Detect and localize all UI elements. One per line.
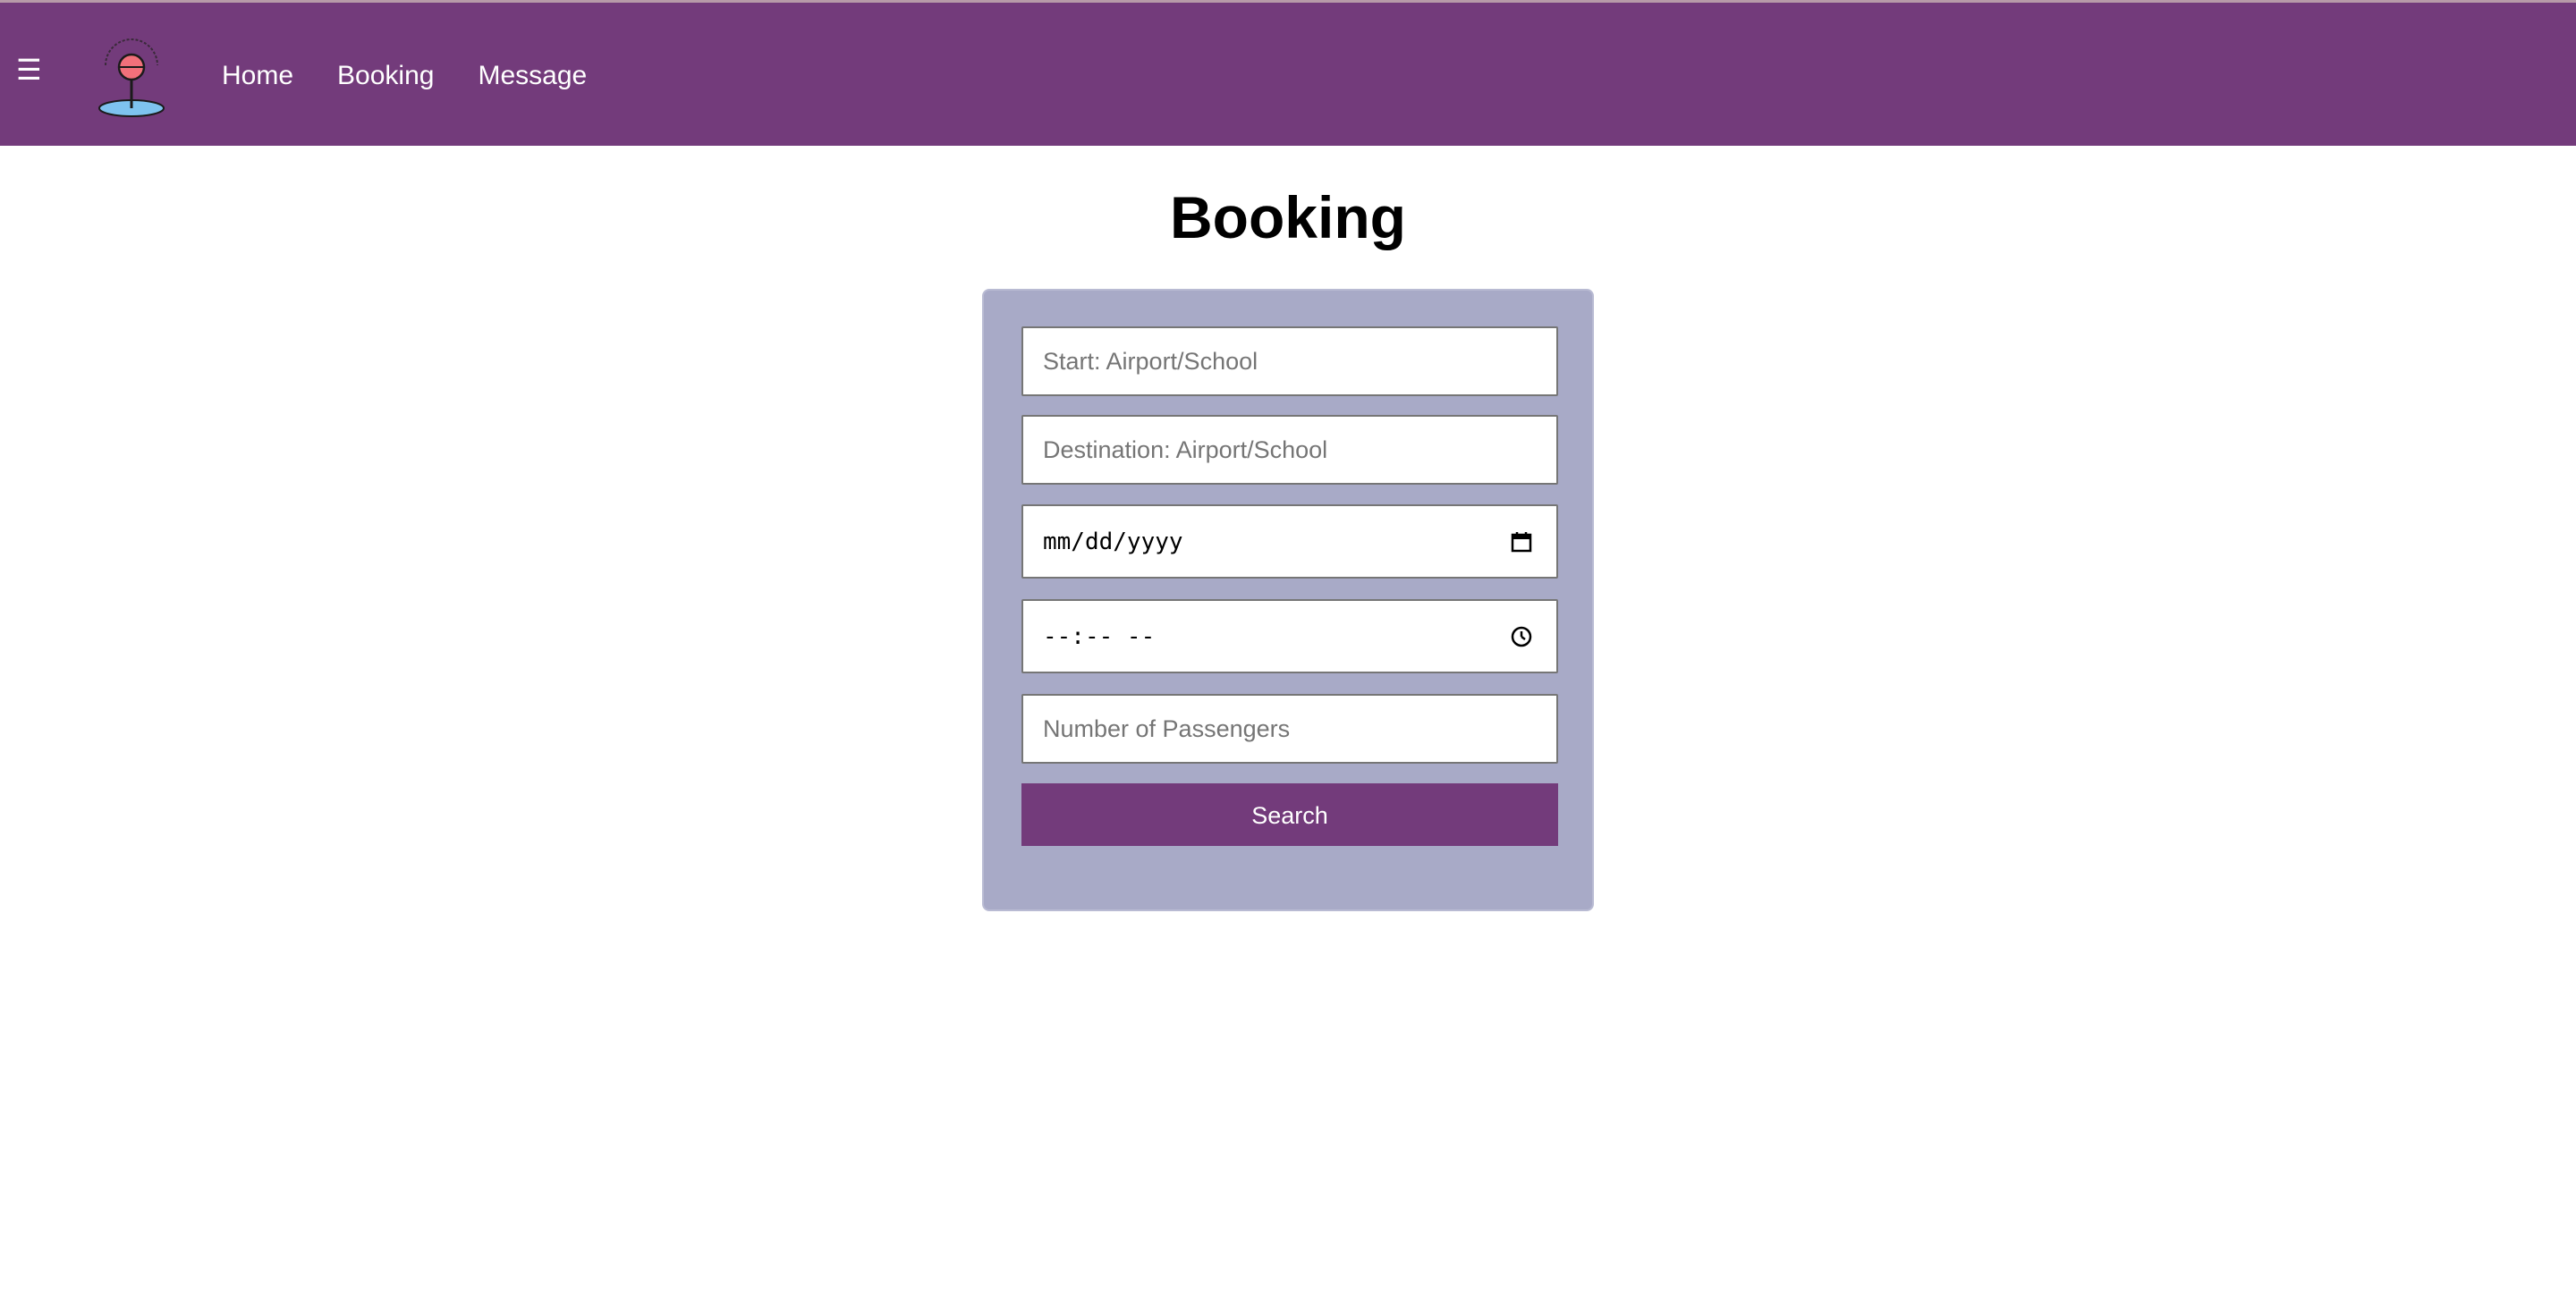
page-title: Booking: [1170, 184, 1406, 250]
booking-form-card: mm/dd/yyyy --:-- -- Search: [982, 289, 1594, 911]
date-field[interactable]: mm/dd/yyyy: [1021, 504, 1558, 579]
nav-link-booking[interactable]: Booking: [337, 58, 434, 94]
destination-field[interactable]: [1021, 415, 1558, 485]
clock-icon[interactable]: [1510, 625, 1533, 648]
nav-link-home[interactable]: Home: [222, 58, 293, 94]
date-input-placeholder[interactable]: mm/dd/yyyy: [1043, 528, 1183, 555]
destination-input[interactable]: [1043, 435, 1556, 464]
start-location-field[interactable]: [1021, 326, 1558, 396]
passengers-input[interactable]: [1043, 714, 1556, 743]
nav-link-message[interactable]: Message: [478, 58, 587, 94]
start-location-input[interactable]: [1043, 347, 1556, 376]
map-pin-logo-icon[interactable]: [93, 35, 170, 121]
primary-nav: Home Booking Message: [222, 58, 631, 94]
hamburger-icon[interactable]: ☰: [16, 55, 43, 84]
calendar-icon[interactable]: [1510, 530, 1533, 554]
time-input-placeholder[interactable]: --:-- --: [1043, 623, 1155, 650]
top-navigation-bar: ☰ Home Booking Message: [0, 0, 2576, 146]
time-field[interactable]: --:-- --: [1021, 599, 1558, 673]
search-button[interactable]: Search: [1021, 783, 1558, 846]
passengers-field[interactable]: [1021, 694, 1558, 764]
